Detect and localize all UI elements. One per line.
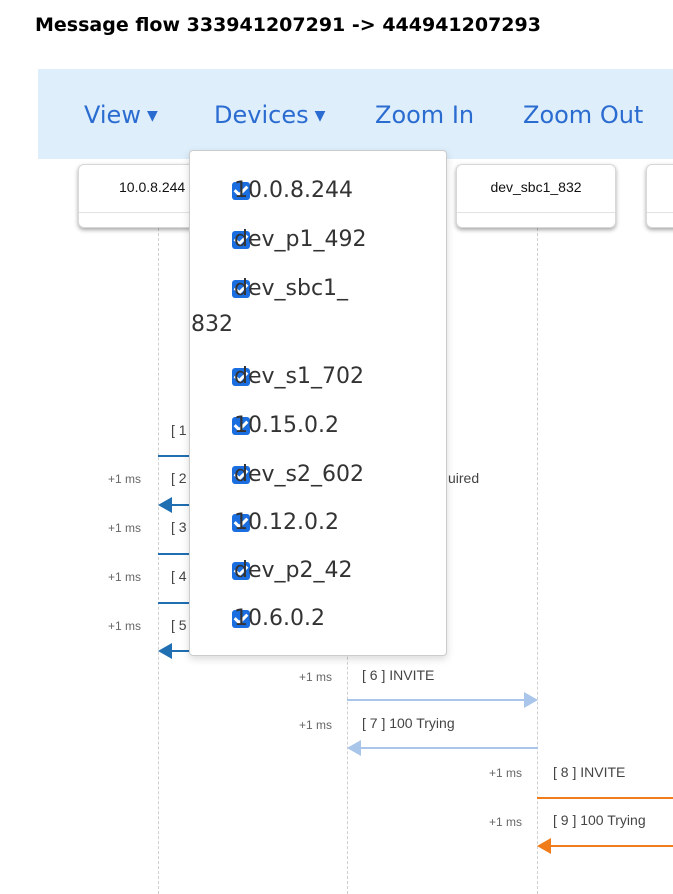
message-arrow-line <box>550 845 673 847</box>
device-option-label-cont: 832 <box>191 312 233 337</box>
zoom-out-button[interactable]: Zoom Out <box>523 101 643 129</box>
caret-down-icon: ▼ <box>314 108 326 124</box>
device-card[interactable] <box>646 164 673 228</box>
caret-down-icon: ▼ <box>146 108 158 124</box>
message-label-tail: uired <box>448 470 480 486</box>
lifeline <box>537 228 538 894</box>
arrow-right-icon <box>524 692 538 708</box>
view-menu-label: View <box>84 101 141 129</box>
device-option-dev-sbc1-832[interactable]: dev_sbc1_ 832 <box>191 271 349 343</box>
message-delta: +1 ms <box>299 670 333 684</box>
zoom-in-button[interactable]: Zoom In <box>375 101 474 129</box>
message-label[interactable]: [ 2 <box>171 470 187 486</box>
message-arrow-line <box>537 797 673 799</box>
device-option-10-15-0-2[interactable]: 10.15.0.2 <box>234 408 339 444</box>
message-label[interactable]: [ 4 <box>171 568 187 584</box>
device-option-dev-s2-602[interactable]: dev_s2_602 <box>234 457 364 493</box>
device-option-10-12-0-2[interactable]: 10.12.0.2 <box>234 505 339 541</box>
message-delta: +1 ms <box>108 570 142 584</box>
devices-menu-button[interactable]: Devices ▼ <box>214 101 325 129</box>
message-label[interactable]: [ 7 ] 100 Trying <box>362 715 455 731</box>
device-card[interactable]: dev_sbc1_832 <box>456 164 616 228</box>
divider <box>647 212 673 213</box>
arrow-left-icon <box>158 643 172 659</box>
lifeline <box>158 228 159 894</box>
view-menu-button[interactable]: View ▼ <box>84 101 158 129</box>
message-label[interactable]: [ 1 <box>171 422 187 438</box>
device-option-10-6-0-2[interactable]: 10.6.0.2 <box>234 601 325 637</box>
devices-dropdown: 10.0.8.244 dev_p1_492 dev_sbc1_ 832 dev_… <box>189 150 447 656</box>
message-label[interactable]: [ 8 ] INVITE <box>553 764 625 780</box>
message-label[interactable]: [ 3 <box>171 519 187 535</box>
message-label[interactable]: [ 6 ] INVITE <box>362 667 434 683</box>
devices-menu-label: Devices <box>214 101 309 129</box>
message-delta: +1 ms <box>108 472 142 486</box>
message-label[interactable]: [ 5 <box>171 617 187 633</box>
message-delta: +1 ms <box>108 521 142 535</box>
device-option-dev-s1-702[interactable]: dev_s1_702 <box>234 359 364 395</box>
message-arrow-line <box>347 699 525 701</box>
arrow-left-icon <box>537 838 551 854</box>
device-option-dev-p2-42[interactable]: dev_p2_42 <box>234 553 352 589</box>
message-arrow-line <box>360 747 538 749</box>
device-option-dev-p1-492[interactable]: dev_p1_492 <box>234 222 366 258</box>
device-option-10-0-8-244[interactable]: 10.0.8.244 <box>234 173 353 209</box>
arrow-left-icon <box>158 497 172 513</box>
message-delta: +1 ms <box>299 718 333 732</box>
message-delta: +1 ms <box>489 766 523 780</box>
device-option-label: dev_sbc1_ <box>234 276 349 301</box>
device-card-name: dev_sbc1_832 <box>490 179 582 195</box>
divider <box>457 212 615 213</box>
page-title: Message flow 333941207291 -> 44494120729… <box>35 14 541 36</box>
message-delta: +1 ms <box>489 815 523 829</box>
message-delta: +1 ms <box>108 619 142 633</box>
message-label[interactable]: [ 9 ] 100 Trying <box>553 812 646 828</box>
arrow-left-icon <box>347 740 361 756</box>
